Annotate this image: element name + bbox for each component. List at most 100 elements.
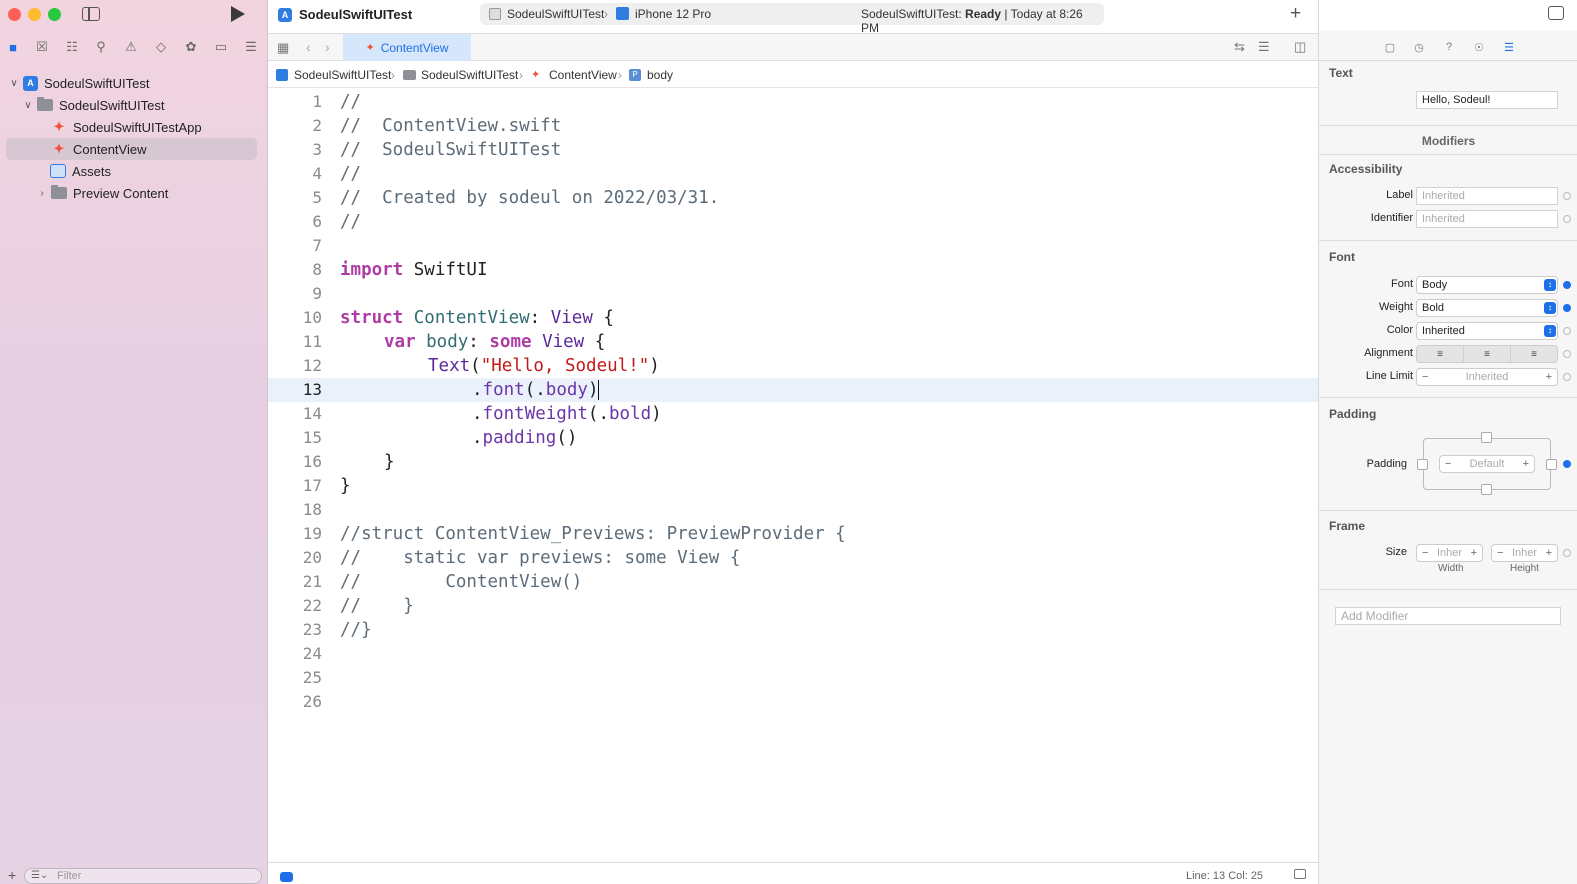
line-limit-stepper[interactable]: − Inherited +	[1416, 368, 1558, 386]
report-navigator-icon[interactable]: ☰	[241, 37, 261, 57]
line-limit-indicator[interactable]	[1563, 373, 1571, 381]
inspector-toggle-icon[interactable]	[1548, 6, 1564, 20]
tree-item-contentview[interactable]: ✦ ContentView	[0, 138, 268, 160]
symbol-navigator-icon[interactable]: ☷	[62, 37, 82, 57]
identifier-indicator[interactable]	[1563, 215, 1571, 223]
code-line: 1 //	[268, 90, 1318, 114]
split-editor-icon[interactable]: ◫	[1294, 39, 1306, 55]
minimize-window-button[interactable]	[28, 8, 41, 21]
tab-contentview[interactable]: ✦ ContentView	[343, 34, 471, 61]
section-title-accessibility: Accessibility	[1329, 162, 1403, 176]
navigator-sidebar: ■ ☒ ☷ ⚲ ⚠ ◇ ✿ ▭ ☰ ∨ A SodeulSwiftUITest …	[0, 0, 268, 884]
code-text: .fontWeight(.bold)	[472, 402, 662, 426]
tree-item-project[interactable]: ∨ A SodeulSwiftUITest	[0, 72, 268, 94]
breadcrumb-file[interactable]: ContentView	[549, 68, 617, 82]
tree-item-group[interactable]: ∨ SodeulSwiftUITest	[0, 94, 268, 116]
plus-icon[interactable]: +	[1546, 369, 1552, 385]
scheme-selector[interactable]: SodeulSwiftUITest	[507, 7, 604, 21]
history-inspector-icon[interactable]: ◷	[1411, 39, 1427, 55]
run-button[interactable]	[231, 6, 245, 22]
filter-input[interactable]: ☰⌄ Filter	[24, 868, 262, 884]
frame-width-stepper[interactable]: − Inher +	[1416, 544, 1483, 562]
find-navigator-icon[interactable]: ⚲	[91, 37, 111, 57]
line-number: 13	[302, 380, 322, 399]
divider	[1319, 240, 1577, 241]
padding-bottom-checkbox[interactable]	[1481, 484, 1492, 495]
chevron-down-icon[interactable]: ∨	[22, 100, 34, 111]
tree-item-app-file[interactable]: ✦ SodeulSwiftUITestApp	[0, 116, 268, 138]
method-name: fontWeight	[482, 404, 588, 424]
minus-icon[interactable]: −	[1445, 456, 1451, 472]
debug-navigator-icon[interactable]: ✿	[181, 37, 201, 57]
padding-leading-checkbox[interactable]	[1417, 459, 1428, 470]
zoom-window-button[interactable]	[48, 8, 61, 21]
code-text: .padding()	[472, 426, 577, 450]
code-text: .font(.body)	[472, 378, 600, 402]
minus-icon[interactable]: −	[1422, 369, 1428, 385]
minus-icon[interactable]: −	[1497, 545, 1503, 561]
swift-file-icon: ✦	[531, 69, 541, 81]
debug-area-toggle-icon[interactable]	[280, 872, 293, 882]
sidebar-toggle-icon[interactable]	[82, 7, 100, 21]
breadcrumb-project[interactable]: SodeulSwiftUITest	[294, 68, 391, 82]
align-left-icon[interactable]: ≡	[1417, 346, 1464, 362]
alignment-indicator[interactable]	[1563, 350, 1571, 358]
code-line: 5 // Created by sodeul on 2022/03/31.	[268, 186, 1318, 210]
editor-options-icon[interactable]: ☰	[1258, 39, 1270, 55]
frame-height-stepper[interactable]: − Inher +	[1491, 544, 1558, 562]
add-modifier-field[interactable]: Add Modifier	[1335, 607, 1561, 625]
tree-item-label: SodeulSwiftUITest	[59, 97, 165, 113]
padding-trailing-checkbox[interactable]	[1546, 459, 1557, 470]
add-icon[interactable]: +	[8, 867, 16, 883]
color-indicator[interactable]	[1563, 327, 1571, 335]
back-arrow-icon[interactable]: ‹	[306, 39, 311, 55]
tree-item-assets[interactable]: Assets	[0, 160, 268, 182]
status-state: Ready	[965, 7, 1002, 21]
minimap-toggle-icon[interactable]	[1294, 869, 1306, 879]
close-window-button[interactable]	[8, 8, 21, 21]
minus-icon[interactable]: −	[1422, 545, 1428, 561]
padding-stepper[interactable]: − Default +	[1439, 455, 1535, 473]
align-center-icon[interactable]: ≡	[1464, 346, 1511, 362]
device-selector[interactable]: iPhone 12 Pro	[635, 7, 711, 21]
breakpoint-navigator-icon[interactable]: ▭	[211, 37, 231, 57]
text-value-field[interactable]: Hello, Sodeul!	[1416, 91, 1558, 109]
size-indicator[interactable]	[1563, 549, 1571, 557]
breadcrumb-symbol[interactable]: body	[647, 68, 673, 82]
font-popup[interactable]: Body ↕	[1416, 276, 1558, 294]
color-popup[interactable]: Inherited ↕	[1416, 322, 1558, 340]
source-control-icon[interactable]: ☒	[32, 37, 52, 57]
source-editor[interactable]: 1 // 2 // ContentView.swift 3 // SodeulSwif…	[268, 89, 1318, 862]
filter-options-icon[interactable]: ☰⌄	[31, 869, 48, 883]
file-inspector-icon[interactable]: ▢	[1382, 39, 1398, 55]
plus-icon[interactable]: +	[1523, 456, 1529, 472]
chevron-right-icon[interactable]: ›	[36, 188, 48, 199]
label-indicator[interactable]	[1563, 192, 1571, 200]
tree-item-label: SodeulSwiftUITest	[44, 75, 150, 91]
related-items-icon[interactable]: ⇆	[1234, 39, 1245, 55]
forward-arrow-icon[interactable]: ›	[325, 39, 330, 55]
inspector-toolbar	[1319, 0, 1577, 30]
padding-indicator[interactable]	[1563, 460, 1571, 468]
add-library-button[interactable]: +	[1290, 3, 1301, 25]
accessibility-identifier-field[interactable]: Inherited	[1416, 210, 1558, 228]
accessibility-inspector-icon[interactable]: ☉	[1471, 39, 1487, 55]
weight-popup[interactable]: Bold ↕	[1416, 299, 1558, 317]
issue-navigator-icon[interactable]: ⚠	[121, 37, 141, 57]
plus-icon[interactable]: +	[1471, 545, 1477, 561]
project-navigator-icon[interactable]: ■	[3, 37, 23, 57]
align-right-icon[interactable]: ≡	[1511, 346, 1557, 362]
breadcrumb-group[interactable]: SodeulSwiftUITest	[421, 68, 518, 82]
plus-icon[interactable]: +	[1546, 545, 1552, 561]
line-number: 2	[312, 116, 322, 135]
weight-indicator[interactable]	[1563, 304, 1571, 312]
font-indicator[interactable]	[1563, 281, 1571, 289]
padding-top-checkbox[interactable]	[1481, 432, 1492, 443]
chevron-down-icon[interactable]: ∨	[8, 78, 20, 89]
test-navigator-icon[interactable]: ◇	[151, 37, 171, 57]
help-inspector-icon[interactable]: ?	[1441, 39, 1457, 55]
tree-item-preview-content[interactable]: › Preview Content	[0, 182, 268, 204]
accessibility-label-field[interactable]: Inherited	[1416, 187, 1558, 205]
attributes-inspector-icon[interactable]: ☰	[1501, 39, 1517, 55]
grid-icon[interactable]: ▦	[277, 40, 289, 56]
